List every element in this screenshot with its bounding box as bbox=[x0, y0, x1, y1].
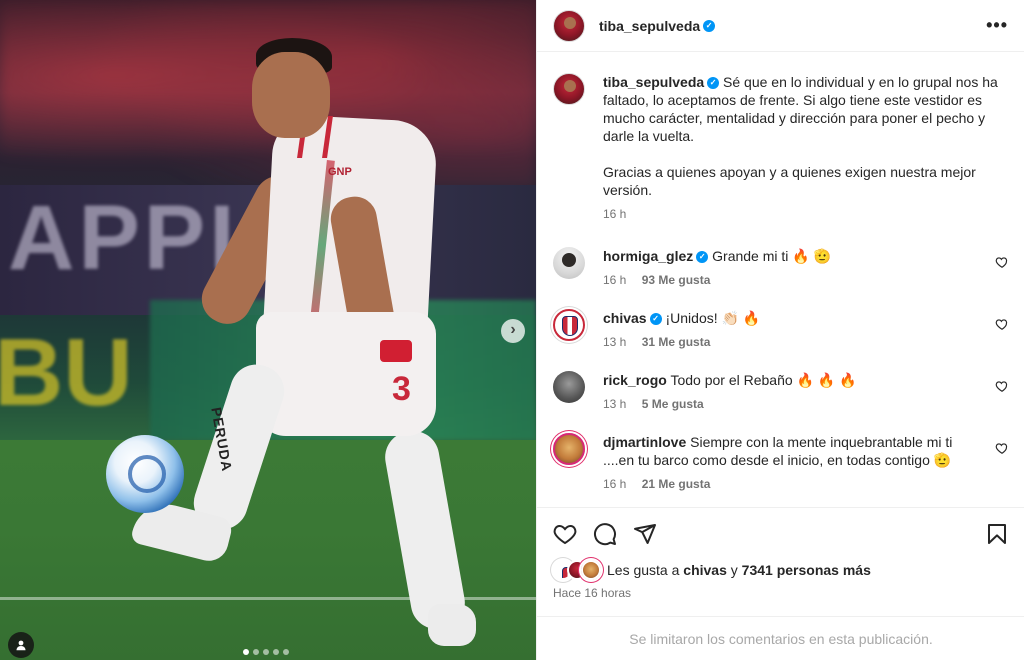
player-figure: GNP 3 PERUDA bbox=[0, 0, 536, 660]
comments-limited-notice: Se limitaron los comentarios en esta pub… bbox=[537, 616, 1024, 660]
comment-likes[interactable]: 21 Me gusta bbox=[642, 477, 711, 491]
comment-text: Todo por el Rebaño 🔥 🔥 🔥 bbox=[670, 372, 857, 388]
carousel-dots bbox=[243, 649, 289, 655]
post-detail-panel: tiba_sepulveda ✓ ••• tiba_sepulveda ✓ Sé … bbox=[536, 0, 1024, 660]
carousel-dot bbox=[253, 649, 259, 655]
author-username[interactable]: tiba_sepulveda bbox=[599, 18, 700, 34]
player-head bbox=[252, 52, 330, 138]
carousel-dot bbox=[263, 649, 269, 655]
caption-username[interactable]: tiba_sepulveda bbox=[603, 74, 704, 90]
comment-avatar[interactable] bbox=[553, 371, 585, 403]
caption-time: 16 h bbox=[603, 207, 627, 221]
verified-badge-icon: ✓ bbox=[696, 251, 709, 264]
comment-avatar[interactable] bbox=[553, 247, 585, 279]
comment: chivas ✓ ¡Unidos! 👏🏻 🔥 13 h 31 Me gusta bbox=[553, 309, 1009, 349]
comment-username[interactable]: chivas bbox=[603, 310, 647, 326]
more-horizontal-icon: ••• bbox=[986, 15, 1008, 35]
comment-likes[interactable]: 5 Me gusta bbox=[642, 397, 704, 411]
more-options-button[interactable]: ••• bbox=[986, 15, 1008, 36]
comment-username[interactable]: djmartinlove bbox=[603, 434, 686, 450]
likes-conj: y bbox=[730, 562, 738, 578]
shorts-number: 3 bbox=[392, 370, 411, 408]
comment-text: ¡Unidos! 👏🏻 🔥 bbox=[665, 310, 761, 326]
caption-meta: 16 h bbox=[603, 207, 1009, 221]
jersey-sponsor: GNP bbox=[328, 166, 352, 178]
comment-time: 13 h bbox=[603, 335, 627, 349]
comment: djmartinlove Siempre con la mente inqueb… bbox=[553, 433, 1009, 491]
caption: tiba_sepulveda ✓ Sé que en lo individual … bbox=[553, 73, 1009, 221]
liker-avatar bbox=[581, 560, 601, 580]
liker-avatars bbox=[553, 560, 601, 580]
comment-username[interactable]: rick_rogo bbox=[603, 372, 667, 388]
verified-badge-icon: ✓ bbox=[703, 19, 716, 32]
comment-like-heart-icon[interactable] bbox=[995, 255, 1009, 269]
caption-text-block: tiba_sepulveda ✓ Sé que en lo individual … bbox=[603, 73, 1009, 199]
comment-likes[interactable]: 31 Me gusta bbox=[642, 335, 711, 349]
comment-like-heart-icon[interactable] bbox=[995, 441, 1009, 455]
carousel-dot bbox=[273, 649, 279, 655]
bookmark-icon[interactable] bbox=[985, 522, 1009, 546]
comment-likes[interactable]: 93 Me gusta bbox=[642, 273, 711, 287]
comment-avatar[interactable] bbox=[553, 309, 585, 341]
post-actions: Les gusta a chivas y 7341 personas más H… bbox=[537, 507, 1024, 600]
shorts-logo bbox=[380, 340, 412, 362]
posted-time: Hace 16 horas bbox=[553, 586, 632, 600]
likes-summary: Les gusta a chivas y 7341 personas más bbox=[553, 560, 1009, 580]
player-right-leg bbox=[381, 426, 469, 634]
comment-icon[interactable] bbox=[593, 522, 617, 546]
tagged-users-button[interactable] bbox=[8, 632, 34, 658]
post-media[interactable]: APPIC BU GNP 3 PERUDA › bbox=[0, 0, 536, 660]
carousel-dot bbox=[243, 649, 249, 655]
comment-time: 13 h bbox=[603, 397, 627, 411]
player-right-boot bbox=[428, 604, 476, 646]
comment-time: 16 h bbox=[603, 477, 627, 491]
comment-username[interactable]: hormiga_glez bbox=[603, 248, 693, 264]
post-header: tiba_sepulveda ✓ ••• bbox=[537, 0, 1024, 52]
heart-icon[interactable] bbox=[553, 522, 577, 546]
likes-user[interactable]: chivas bbox=[683, 562, 727, 578]
comment: rick_rogo Todo por el Rebaño 🔥 🔥 🔥 13 h … bbox=[553, 371, 1009, 411]
caption-paragraph-2: Gracias a quienes apoyan y a quienes exi… bbox=[603, 164, 976, 198]
comment-avatar[interactable] bbox=[553, 433, 585, 465]
verified-badge-icon: ✓ bbox=[649, 313, 662, 326]
comments-list[interactable]: tiba_sepulveda ✓ Sé que en lo individual … bbox=[537, 53, 1024, 507]
comment-time: 16 h bbox=[603, 273, 627, 287]
comment: hormiga_glez ✓ Grande mi ti 🔥 🫡 16 h 93 M… bbox=[553, 247, 1009, 287]
verified-badge-icon: ✓ bbox=[707, 77, 720, 90]
comment-text: Grande mi ti 🔥 🫡 bbox=[712, 248, 832, 264]
send-icon[interactable] bbox=[633, 522, 657, 546]
soccer-ball bbox=[106, 435, 184, 513]
carousel-dot bbox=[283, 649, 289, 655]
carousel-next-button[interactable]: › bbox=[501, 319, 525, 343]
comment-like-heart-icon[interactable] bbox=[995, 379, 1009, 393]
likes-others[interactable]: 7341 personas más bbox=[742, 562, 871, 578]
caption-avatar[interactable] bbox=[553, 73, 585, 105]
comment-like-heart-icon[interactable] bbox=[995, 317, 1009, 331]
player-left-leg bbox=[187, 357, 291, 537]
likes-prefix: Les gusta a bbox=[607, 562, 680, 578]
author-avatar[interactable] bbox=[553, 9, 585, 42]
chevron-right-icon: › bbox=[510, 321, 516, 338]
user-tag-icon bbox=[16, 640, 26, 651]
